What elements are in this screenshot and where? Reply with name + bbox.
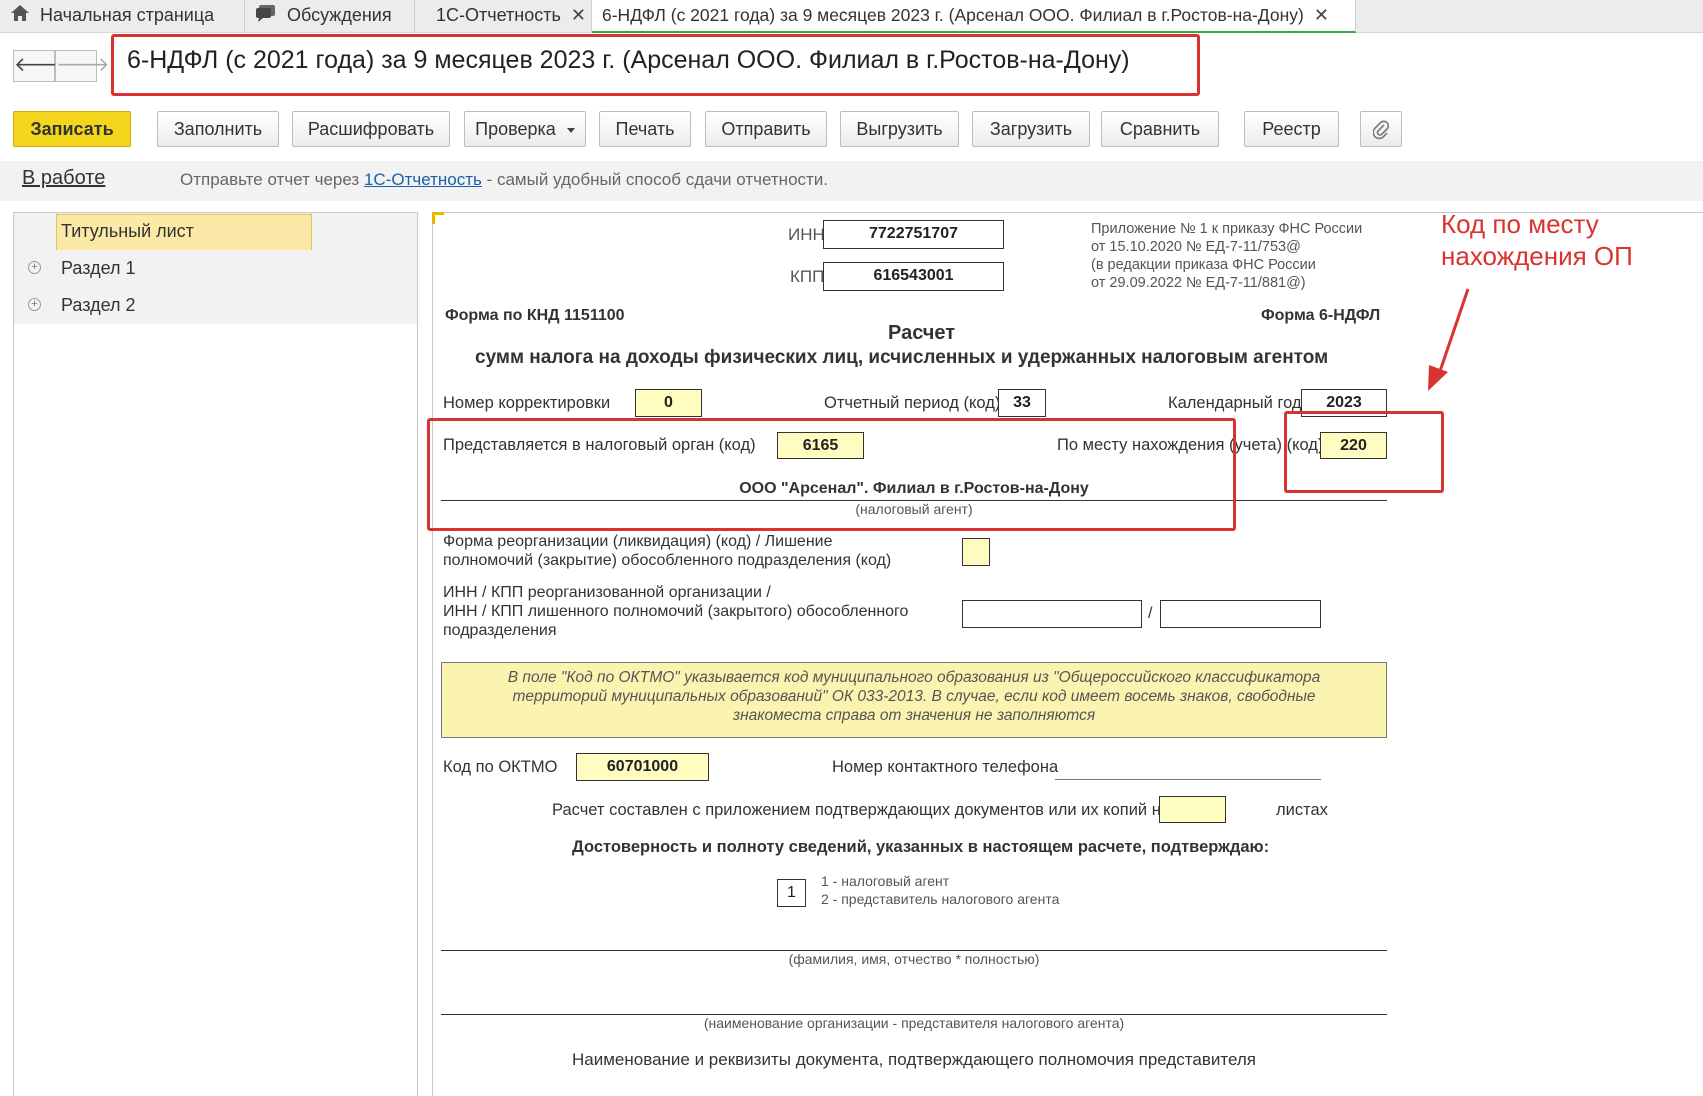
doc-caption: Наименование и реквизиты документа, подт… bbox=[572, 1050, 1256, 1069]
sections-tree: Титульный лист + Раздел 1 + Раздел 2 bbox=[13, 212, 418, 1096]
signer-option: 1 - налоговый агент bbox=[821, 873, 950, 889]
tab-discussions-label: Обсуждения bbox=[287, 5, 392, 25]
reorg-label-line: Форма реорганизации (ликвидация) (код) /… bbox=[443, 533, 833, 550]
tab-6ndfl-label: 6-НДФЛ (с 2021 года) за 9 месяцев 2023 г… bbox=[602, 5, 1304, 25]
reorg-inn-field[interactable] bbox=[962, 600, 1142, 628]
status-message-text: Отправьте отчет через bbox=[180, 170, 364, 189]
check-dropdown-button[interactable]: Проверка bbox=[464, 111, 586, 147]
pages-label: Расчет составлен с приложением подтвержд… bbox=[552, 801, 1171, 819]
phone-field[interactable] bbox=[1055, 779, 1321, 780]
forward-button[interactable]: 🡒 bbox=[55, 50, 110, 82]
paperclip-icon bbox=[1372, 119, 1390, 140]
pages-suffix: листах bbox=[1276, 801, 1328, 819]
reorg-inn-label: ИНН / КПП реорганизованной организации /… bbox=[443, 583, 908, 640]
reorg-label-line: полномочий (закрытие) обособленного подр… bbox=[443, 552, 892, 569]
tax-authority-highlight bbox=[427, 418, 1236, 531]
status-state-link[interactable]: В работе bbox=[22, 167, 105, 190]
save-button[interactable]: Записать bbox=[13, 111, 131, 147]
registry-button[interactable]: Реестр bbox=[1244, 111, 1339, 147]
location-code-highlight bbox=[1284, 411, 1444, 493]
attach-button[interactable] bbox=[1360, 111, 1402, 147]
pages-field[interactable] bbox=[1159, 796, 1226, 823]
expand-icon[interactable]: + bbox=[28, 261, 41, 274]
status-message: Отправьте отчет через 1С-Отчетность - са… bbox=[180, 170, 828, 190]
form-name: Форма 6-НДФЛ bbox=[1261, 307, 1381, 324]
annotation-text: Код по месту нахождения ОП bbox=[1441, 208, 1633, 272]
confirm-heading: Достоверность и полноту сведений, указан… bbox=[572, 838, 1270, 856]
inn-field[interactable]: 7722751707 bbox=[823, 220, 1004, 249]
tree-item-label: Раздел 1 bbox=[61, 258, 136, 278]
tab-1c-reporting[interactable]: 1С-Отчетность ✕ bbox=[415, 0, 592, 32]
tree-item-section-1[interactable]: + Раздел 1 bbox=[14, 250, 417, 287]
reorg-inn-label-line: ИНН / КПП лишенного полномочий (закрытог… bbox=[443, 603, 909, 620]
compare-button[interactable]: Сравнить bbox=[1101, 111, 1219, 147]
decode-button[interactable]: Расшифровать bbox=[292, 111, 450, 147]
close-icon[interactable]: ✕ bbox=[1314, 5, 1329, 25]
reporting-link[interactable]: 1С-Отчетность bbox=[364, 170, 482, 189]
reorg-label: Форма реорганизации (ликвидация) (код) /… bbox=[443, 532, 891, 570]
arrow-right-icon: 🡒 bbox=[56, 54, 110, 76]
inn-label: ИНН bbox=[788, 225, 825, 244]
period-field[interactable]: 33 bbox=[998, 389, 1046, 417]
period-label: Отчетный период (код) bbox=[824, 394, 1001, 412]
fio-caption: (фамилия, имя, отчество * полностью) bbox=[788, 951, 1040, 967]
slash-separator: / bbox=[1148, 605, 1153, 622]
oktmo-field[interactable]: 60701000 bbox=[576, 753, 709, 781]
tree-item-section-2[interactable]: + Раздел 2 bbox=[14, 287, 417, 324]
knd-code: Форма по КНД 1151100 bbox=[445, 307, 625, 324]
fill-button[interactable]: Заполнить bbox=[157, 111, 279, 147]
expand-icon[interactable]: + bbox=[28, 298, 41, 311]
status-message-tail: - самый удобный способ сдачи отчетности. bbox=[481, 170, 829, 189]
print-button[interactable]: Печать bbox=[599, 111, 691, 147]
kpp-field[interactable]: 616543001 bbox=[823, 262, 1004, 291]
form-heading: Расчет bbox=[888, 322, 956, 344]
reorg-code-field[interactable] bbox=[962, 538, 990, 566]
appendix-line: (в редакции приказа ФНС России bbox=[1091, 257, 1316, 273]
org-caption: (наименование организации - представител… bbox=[703, 1015, 1125, 1031]
kpp-label: КПП bbox=[790, 267, 825, 286]
reorg-inn-label-line: подразделения bbox=[443, 622, 557, 639]
tree-item-title-page[interactable]: Титульный лист bbox=[14, 213, 417, 252]
import-button[interactable]: Загрузить bbox=[972, 111, 1090, 147]
tree-item-label: Титульный лист bbox=[61, 221, 194, 241]
correction-field[interactable]: 0 bbox=[635, 389, 702, 417]
appendix-note: Приложение № 1 к приказу ФНС России от 1… bbox=[1091, 220, 1362, 292]
signer-field[interactable]: 1 bbox=[777, 879, 806, 907]
appendix-line: от 15.10.2020 № ЕД-7-11/753@ bbox=[1091, 239, 1301, 255]
annotation-arrow-icon bbox=[1428, 288, 1470, 391]
home-icon bbox=[10, 1, 30, 31]
oktmo-label: Код по ОКТМО bbox=[443, 758, 558, 776]
tree-item-label: Раздел 2 bbox=[61, 295, 136, 315]
appendix-line: от 29.09.2022 № ЕД-7-11/881@) bbox=[1091, 275, 1306, 291]
chat-icon bbox=[255, 1, 277, 31]
appendix-line: Приложение № 1 к приказу ФНС России bbox=[1091, 221, 1363, 237]
check-label: Проверка bbox=[475, 119, 556, 139]
signer-options: 1 - налоговый агент 2 - представитель на… bbox=[821, 872, 1059, 908]
reorg-kpp-field[interactable] bbox=[1160, 600, 1321, 628]
form-subheading: сумм налога на доходы физических лиц, ис… bbox=[475, 347, 1329, 368]
caret-down-icon bbox=[566, 127, 575, 133]
annotation-line: нахождения ОП bbox=[1441, 241, 1633, 271]
tab-1c-reporting-label: 1С-Отчетность bbox=[436, 5, 561, 25]
send-button[interactable]: Отправить bbox=[705, 111, 827, 147]
tab-home-label: Начальная страница bbox=[40, 5, 215, 25]
oktmo-hint: В поле "Код по ОКТМО" указывается код му… bbox=[441, 662, 1387, 738]
correction-label: Номер корректировки bbox=[443, 394, 611, 412]
tab-discussions[interactable]: Обсуждения bbox=[245, 0, 415, 32]
phone-label: Номер контактного телефона bbox=[832, 758, 1059, 776]
corner-marker bbox=[432, 212, 444, 224]
reorg-inn-label-line: ИНН / КПП реорганизованной организации / bbox=[443, 584, 771, 601]
tab-bar: Начальная страница Обсуждения 1С-Отчетно… bbox=[0, 0, 1703, 33]
back-button[interactable]: 🡐 bbox=[13, 50, 68, 82]
close-icon[interactable]: ✕ bbox=[571, 5, 586, 25]
tab-home[interactable]: Начальная страница bbox=[0, 0, 245, 32]
annotation-line: Код по месту bbox=[1441, 209, 1599, 239]
title-highlight bbox=[111, 34, 1200, 96]
tab-6ndfl[interactable]: 6-НДФЛ (с 2021 года) за 9 месяцев 2023 г… bbox=[592, 0, 1356, 33]
year-label: Календарный год bbox=[1168, 394, 1302, 412]
signer-option: 2 - представитель налогового агента bbox=[821, 891, 1060, 907]
export-button[interactable]: Выгрузить bbox=[840, 111, 959, 147]
